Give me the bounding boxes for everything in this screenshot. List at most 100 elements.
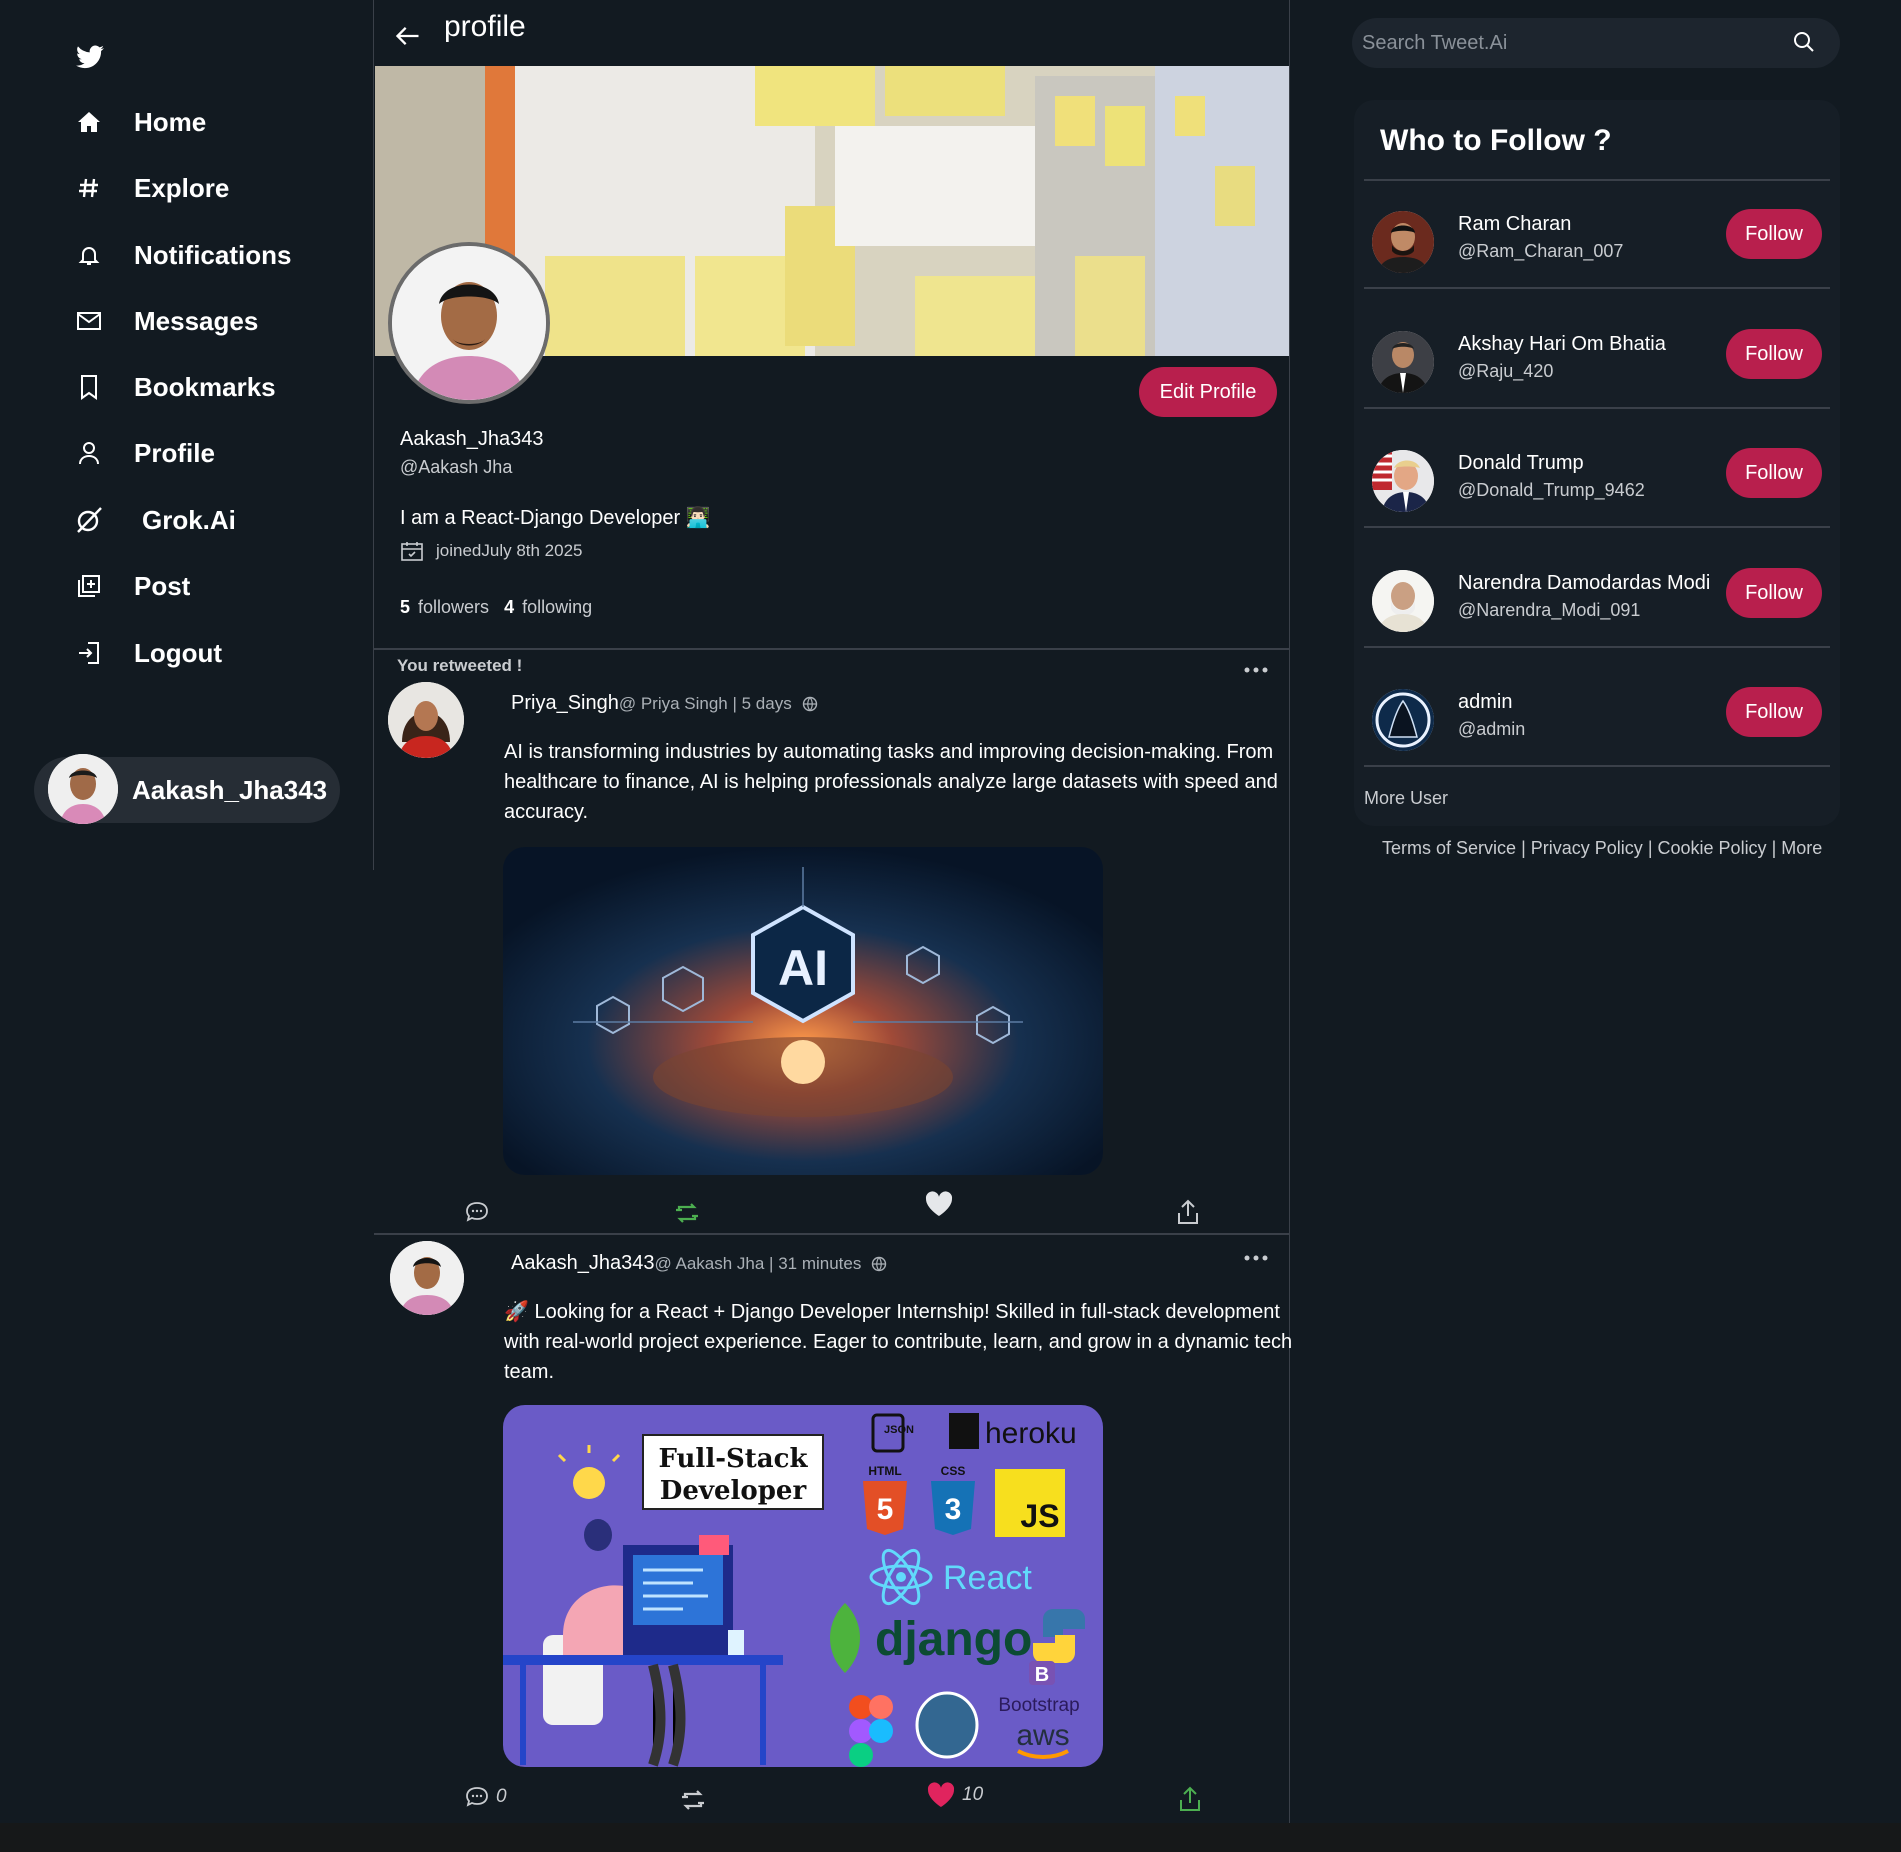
footer-links: Terms of Service | Privacy Policy | Cook…	[1382, 838, 1822, 859]
nav-home-label: Home	[134, 106, 207, 137]
tweet-card[interactable]: You retweeted ! Priya_Singh @ Priya Sing…	[374, 650, 1290, 1233]
profile-stats[interactable]: 5 followers 4 following	[400, 597, 592, 618]
tweet-image[interactable]: Full-Stack Developer JSON heroku HTML 5 …	[503, 1405, 1103, 1767]
share-icon	[1180, 1786, 1200, 1811]
follow-suggestion: Donald Trump @Donald_Trump_9462 Follow	[1354, 430, 1840, 530]
media-label-bootstrap: Bootstrap	[998, 1695, 1079, 1716]
main-column: profile Edit Profile Aakash_Jha343 @Aaka…	[374, 0, 1292, 1823]
privacy-link[interactable]: Privacy Policy	[1531, 838, 1643, 858]
divider	[1364, 179, 1830, 181]
more-users-link[interactable]: More User	[1364, 788, 1448, 809]
comment-icon	[466, 1787, 488, 1807]
follow-button[interactable]: Follow	[1726, 448, 1822, 498]
nav-post-label: Post	[134, 570, 191, 601]
retweet-icon	[676, 1203, 698, 1223]
divider	[1364, 526, 1830, 528]
tweet-card[interactable]: Aakash_Jha343 @ Aakash Jha | 31 minutes …	[374, 1235, 1292, 1823]
heart-icon	[925, 1191, 953, 1216]
follow-suggestion: Narendra Damodardas Modi @Narendra_Modi_…	[1354, 550, 1840, 650]
media-label-aws: aws	[1016, 1719, 1069, 1752]
follow-button[interactable]: Follow	[1726, 329, 1822, 379]
nav-explore-label: Explore	[134, 172, 230, 203]
like-button[interactable]: 10	[926, 1781, 983, 1809]
nav-explore[interactable]: Explore	[74, 168, 229, 208]
reply-button[interactable]: 0	[464, 1785, 507, 1809]
cookie-link[interactable]: Cookie Policy	[1658, 838, 1767, 858]
suggestion-avatar[interactable]	[1372, 331, 1434, 393]
suggestion-avatar[interactable]	[1372, 211, 1434, 273]
edit-profile-button[interactable]: Edit Profile	[1139, 367, 1277, 417]
media-label-react: React	[943, 1559, 1032, 1597]
search-input[interactable]	[1362, 28, 1782, 58]
twitter-bird-icon[interactable]	[76, 45, 104, 69]
suggestion-avatar[interactable]	[1372, 450, 1434, 512]
suggestion-name[interactable]: Narendra Damodardas Modi	[1458, 572, 1710, 595]
media-label-js: JS	[1020, 1498, 1059, 1534]
svg-text:3: 3	[945, 1493, 962, 1526]
nav-post[interactable]: Post	[74, 566, 190, 606]
tweet-author-avatar[interactable]	[388, 682, 464, 758]
more-options-icon[interactable]	[1242, 665, 1270, 675]
retweet-icon	[682, 1790, 704, 1810]
divider	[1364, 287, 1830, 289]
tweet-image[interactable]: AI	[503, 847, 1103, 1175]
tweet-author-avatar[interactable]	[390, 1241, 464, 1315]
reply-count: 0	[496, 1786, 507, 1807]
suggestion-name[interactable]: Akshay Hari Om Bhatia	[1458, 333, 1666, 356]
suggestion-avatar[interactable]	[1372, 570, 1434, 632]
share-button[interactable]	[1176, 1198, 1200, 1226]
reply-button[interactable]	[464, 1200, 496, 1224]
tweet-actions	[374, 1190, 1290, 1230]
nav-home[interactable]: Home	[74, 102, 206, 142]
joined-date: joinedJuly 8th 2025	[436, 541, 583, 560]
account-username: Aakash_Jha343	[132, 774, 328, 805]
tweet-username[interactable]: Priya_Singh	[511, 692, 619, 715]
follow-button[interactable]: Follow	[1726, 568, 1822, 618]
like-button[interactable]	[924, 1190, 960, 1218]
tweet-meta: @ Aakash Jha | 31 minutes	[654, 1253, 862, 1273]
search-icon[interactable]	[1792, 30, 1816, 54]
nav-notifications[interactable]: Notifications	[74, 235, 291, 275]
left-sidebar: Home Explore Notifications Messages Book…	[0, 0, 374, 870]
retweet-button[interactable]	[674, 1202, 700, 1224]
tweet-text: 🚀 Looking for a React + Django Developer…	[504, 1301, 1293, 1383]
divider	[1364, 407, 1830, 409]
divider	[1364, 765, 1830, 767]
tweet-text: AI is transforming industries by automat…	[504, 741, 1278, 823]
media-label-heroku: heroku	[985, 1417, 1077, 1450]
comment-icon	[466, 1202, 488, 1222]
nav-logout-label: Logout	[134, 637, 223, 668]
tweet-username[interactable]: Aakash_Jha343	[511, 1252, 654, 1275]
profile-handle: @Aakash Jha	[400, 457, 513, 477]
share-icon	[1178, 1199, 1198, 1224]
follow-button[interactable]: Follow	[1726, 687, 1822, 737]
nav-profile[interactable]: Profile	[74, 433, 215, 473]
suggestion-name[interactable]: admin	[1458, 691, 1512, 714]
more-link[interactable]: More	[1781, 838, 1822, 858]
nav-grok[interactable]: Grok.Ai	[74, 500, 236, 540]
followers-count: 5	[400, 597, 411, 617]
suggestion-handle: @Ram_Charan_007	[1458, 241, 1624, 261]
nav-logout[interactable]: Logout	[74, 633, 222, 673]
suggestion-avatar[interactable]	[1372, 689, 1434, 751]
media-title-line1: Full-Stack	[659, 1444, 809, 1474]
share-button[interactable]	[1178, 1785, 1202, 1813]
terms-link[interactable]: Terms of Service	[1382, 838, 1516, 858]
retweet-note: You retweeted !	[397, 656, 523, 675]
divider	[1364, 646, 1830, 648]
media-label-html: HTML	[868, 1464, 901, 1478]
suggestion-name[interactable]: Donald Trump	[1458, 452, 1584, 475]
more-options-icon[interactable]	[1242, 1253, 1270, 1263]
follow-button[interactable]: Follow	[1726, 209, 1822, 259]
back-arrow-icon[interactable]	[394, 22, 422, 50]
retweet-button[interactable]	[680, 1789, 706, 1811]
profile-avatar[interactable]	[388, 242, 550, 404]
globe-icon	[802, 696, 817, 711]
media-label-json: JSON	[884, 1424, 914, 1436]
grok-icon	[74, 505, 104, 535]
suggestion-handle: @admin	[1458, 719, 1526, 739]
account-switcher[interactable]: Aakash_Jha343	[34, 754, 340, 824]
nav-messages[interactable]: Messages	[74, 301, 258, 341]
nav-bookmarks[interactable]: Bookmarks	[74, 367, 276, 407]
suggestion-name[interactable]: Ram Charan	[1458, 213, 1571, 236]
